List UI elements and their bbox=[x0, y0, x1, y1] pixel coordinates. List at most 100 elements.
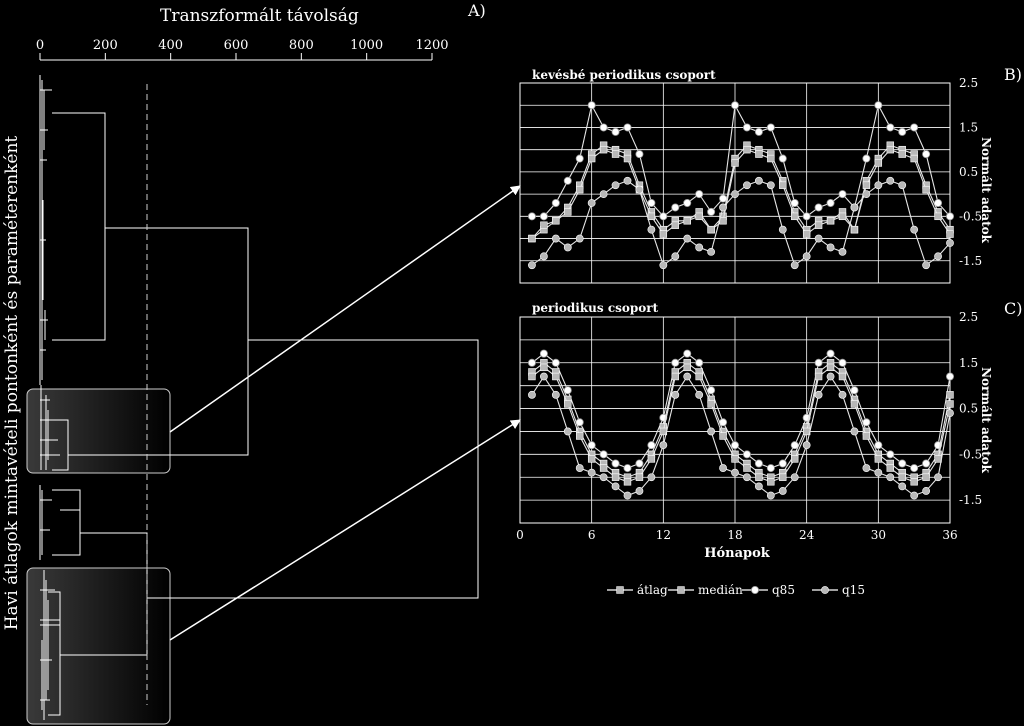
data-point bbox=[826, 198, 835, 207]
data-point bbox=[766, 181, 775, 190]
data-point bbox=[766, 123, 775, 132]
data-point bbox=[540, 221, 548, 229]
data-point bbox=[910, 491, 919, 500]
data-point bbox=[886, 176, 895, 185]
data-point bbox=[683, 372, 692, 381]
data-point bbox=[910, 464, 919, 473]
data-point bbox=[635, 150, 644, 159]
data-point bbox=[611, 127, 620, 136]
data-point bbox=[551, 390, 560, 399]
data-point bbox=[647, 212, 656, 221]
dendrogram-axis-tick-label: 1200 bbox=[415, 38, 448, 53]
data-point bbox=[922, 459, 931, 468]
data-point bbox=[826, 243, 835, 252]
legend-item-medián: medián bbox=[668, 583, 743, 597]
dendrogram-axis-tick-label: 400 bbox=[158, 38, 183, 53]
data-point bbox=[659, 261, 668, 270]
legend-label: q85 bbox=[772, 583, 795, 597]
data-point bbox=[587, 455, 596, 463]
data-point bbox=[647, 473, 656, 482]
data-point bbox=[821, 586, 829, 594]
data-point bbox=[743, 145, 751, 154]
arrow-to-panel-c bbox=[169, 419, 521, 641]
data-point bbox=[850, 203, 859, 212]
data-point bbox=[814, 221, 823, 229]
data-point bbox=[838, 390, 847, 399]
chart-c-title: periodikus csoport bbox=[532, 301, 659, 315]
x-tick-label: 24 bbox=[799, 528, 815, 542]
data-point bbox=[647, 455, 656, 463]
dendrogram-axis-tick-label: 600 bbox=[224, 38, 249, 53]
data-point bbox=[611, 181, 620, 190]
data-point bbox=[719, 464, 727, 472]
data-point bbox=[635, 459, 644, 468]
data-point bbox=[778, 459, 787, 468]
data-point bbox=[611, 482, 620, 491]
chart-panel-c: C) periodikus csoport 2.51.50.5-0.5-1.5 … bbox=[516, 299, 1022, 561]
chart-b-title: kevésbé periodikus csoport bbox=[532, 68, 716, 82]
data-point bbox=[946, 372, 955, 381]
data-point bbox=[743, 473, 751, 482]
data-point bbox=[731, 190, 739, 199]
dendrogram-ylabel: Havi átlagok mintavételi pontonként és p… bbox=[2, 136, 22, 631]
data-point bbox=[539, 349, 548, 358]
x-tick-label: 36 bbox=[942, 528, 957, 542]
data-point bbox=[790, 473, 799, 482]
y-tick-label: 0.5 bbox=[959, 402, 978, 416]
data-point bbox=[742, 450, 751, 459]
data-point bbox=[898, 150, 906, 158]
chart-c-xlabel: Hónapok bbox=[704, 546, 771, 561]
data-point bbox=[599, 450, 608, 459]
data-point bbox=[946, 409, 954, 418]
data-point bbox=[874, 101, 883, 110]
chart-panel-b: B) kevésbé periodikus csoport 2.5 1.5 0.5 -… bbox=[519, 65, 1022, 284]
data-point bbox=[695, 190, 704, 199]
y-tick-label: 0.5 bbox=[959, 165, 978, 179]
x-tick-label: 18 bbox=[727, 528, 742, 542]
legend-item-átlag: átlag bbox=[607, 583, 668, 597]
series-medián bbox=[528, 363, 954, 486]
data-point bbox=[563, 176, 572, 185]
data-point bbox=[754, 482, 763, 491]
legend-item-q85: q85 bbox=[742, 583, 795, 597]
data-point bbox=[922, 185, 930, 194]
data-point bbox=[826, 349, 835, 358]
data-point bbox=[551, 358, 560, 367]
data-point bbox=[599, 190, 608, 199]
data-point bbox=[671, 390, 680, 399]
data-point bbox=[623, 478, 632, 486]
data-point bbox=[528, 261, 536, 270]
data-point bbox=[886, 473, 895, 482]
panel-label-b: B) bbox=[1004, 65, 1022, 84]
data-point bbox=[587, 441, 596, 450]
data-point bbox=[934, 455, 942, 463]
data-point bbox=[910, 225, 919, 234]
data-point bbox=[922, 261, 931, 270]
data-point bbox=[874, 181, 883, 190]
data-point bbox=[826, 372, 835, 381]
data-point bbox=[587, 101, 596, 110]
data-point bbox=[731, 441, 740, 450]
data-point bbox=[599, 145, 608, 154]
data-point bbox=[898, 127, 907, 136]
data-point bbox=[910, 154, 918, 163]
data-point bbox=[743, 181, 751, 190]
y-tick-label: -1.5 bbox=[959, 493, 982, 507]
data-point bbox=[576, 432, 584, 440]
data-point bbox=[814, 372, 823, 381]
data-point bbox=[635, 473, 644, 481]
data-point bbox=[683, 349, 692, 358]
data-point bbox=[755, 150, 763, 158]
data-point bbox=[922, 487, 931, 495]
data-point bbox=[862, 464, 871, 472]
data-point bbox=[528, 372, 536, 381]
data-point bbox=[850, 427, 859, 436]
data-point bbox=[886, 464, 894, 472]
y-tick-label: -0.5 bbox=[959, 209, 982, 223]
legend-item-q15: q15 bbox=[812, 583, 865, 597]
chart-c-ylabel: Normált adatok bbox=[979, 367, 993, 474]
data-point bbox=[599, 123, 608, 132]
legend-label: átlag bbox=[637, 583, 668, 597]
data-point bbox=[898, 473, 906, 481]
dendrogram-axis-tick-label: 0 bbox=[36, 38, 44, 53]
